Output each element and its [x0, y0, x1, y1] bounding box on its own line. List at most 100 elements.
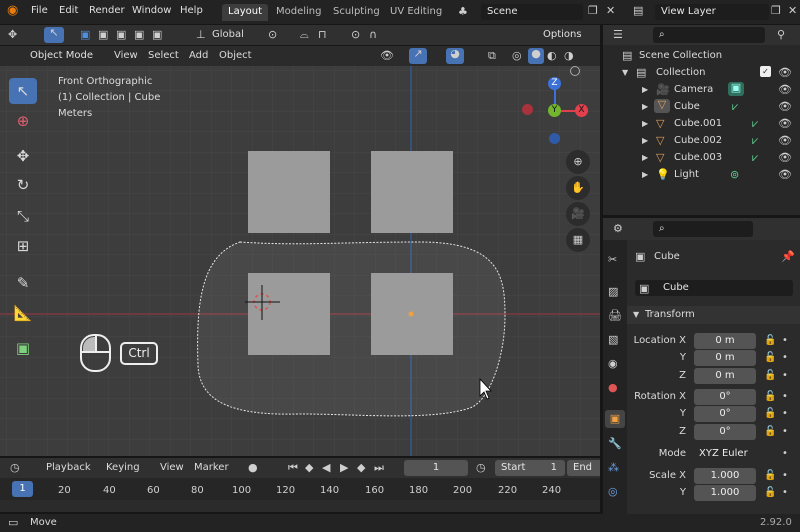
gizmo-neg-z[interactable] — [549, 133, 560, 144]
eye-icon[interactable]: 👁 — [778, 152, 792, 164]
move-tool-icon[interactable]: ✥ — [9, 143, 37, 169]
jump-end-icon[interactable]: ⏭ — [374, 462, 384, 474]
transform-pivot-icon[interactable]: ✥ — [8, 29, 17, 41]
add-cube-tool-icon[interactable]: ▣ — [9, 335, 37, 361]
camera-view-icon[interactable]: 🎥 — [566, 202, 590, 226]
prev-keyframe-icon[interactable]: ◆ — [305, 462, 313, 474]
gizmo-neg-y[interactable] — [570, 66, 580, 76]
tab-sculpting[interactable]: Sculpting — [327, 4, 386, 21]
menu-select[interactable]: Select — [148, 50, 179, 61]
eye-icon[interactable]: 👁 — [778, 67, 792, 79]
eye-icon[interactable]: 👁 — [778, 118, 792, 130]
expand-arrow-icon[interactable]: ▼ — [622, 67, 628, 79]
keyframe-dot-icon[interactable]: • — [782, 352, 788, 363]
jump-start-icon[interactable]: ⏮ — [288, 462, 298, 474]
select-mode-subtract-icon[interactable]: ▣ — [116, 29, 126, 41]
tab-uv-editing[interactable]: UV Editing — [384, 4, 448, 21]
lock-icon[interactable]: 🔓 — [764, 370, 776, 381]
editor-type-clock-icon[interactable]: ◷ — [10, 462, 20, 474]
expand-arrow-icon[interactable]: ▶ — [642, 84, 648, 96]
shading-material-icon[interactable]: ◐ — [547, 50, 557, 62]
measure-tool-icon[interactable]: 📐 — [9, 300, 37, 326]
overlay-toggle-icon[interactable]: ◕ — [446, 48, 464, 64]
filter-icon[interactable]: ⚲ — [777, 29, 785, 41]
next-keyframe-icon[interactable]: ◆ — [357, 462, 365, 474]
playback-menu[interactable]: Playback — [46, 462, 91, 473]
start-frame-field[interactable]: Start 1 — [495, 460, 565, 476]
transform-tool-icon[interactable]: ⊞ — [9, 233, 37, 259]
keyframe-dot-icon[interactable]: • — [782, 487, 788, 498]
scene-field[interactable]: Scene — [481, 4, 583, 20]
scale-tool-icon[interactable]: ⤡ — [9, 203, 37, 229]
view-layer-tab-icon[interactable]: ▧ — [608, 334, 618, 346]
blender-logo-icon[interactable]: ◉ — [7, 4, 18, 17]
mesh-data-icon[interactable]: ⩗ — [732, 101, 738, 113]
output-tab-icon[interactable]: 🖨 — [608, 310, 622, 322]
select-box-tool-icon[interactable]: ↖ — [9, 78, 37, 104]
close-view-layer-icon[interactable]: ✕ — [788, 5, 797, 17]
menu-render[interactable]: Render — [89, 5, 125, 16]
light-data-icon[interactable]: ⊚ — [730, 169, 739, 181]
outliner-item-cube-003[interactable]: ▶ ▽ Cube.003 ⩗ 👁 — [618, 150, 800, 167]
mesh-data-icon[interactable]: ⩗ — [752, 152, 758, 164]
eye-icon[interactable]: 👁 — [778, 169, 792, 181]
tab-modeling[interactable]: Modeling — [270, 4, 328, 21]
lock-icon[interactable]: 🔓 — [764, 426, 776, 437]
rotate-tool-icon[interactable]: ↻ — [9, 172, 37, 198]
options-dropdown[interactable]: Options — [538, 27, 587, 43]
view-layer-icon[interactable]: ▤ — [633, 5, 643, 17]
menu-file[interactable]: File — [31, 5, 48, 16]
record-icon[interactable]: ● — [248, 462, 258, 474]
scale-x-field[interactable]: 1.000 — [694, 468, 756, 484]
copy-scene-icon[interactable]: ❐ — [588, 5, 598, 17]
menu-edit[interactable]: Edit — [59, 5, 78, 16]
play-icon[interactable]: ▶ — [340, 462, 348, 474]
keyframe-dot-icon[interactable]: • — [782, 370, 788, 381]
gizmo-y[interactable]: Y — [548, 104, 561, 117]
timeline-view-menu[interactable]: View — [160, 462, 184, 473]
scene-icon[interactable]: ♣ — [458, 6, 468, 18]
cube-001[interactable] — [248, 151, 330, 233]
scene-tab-icon[interactable]: ◉ — [608, 358, 618, 370]
xray-icon[interactable]: ⧉ — [488, 50, 496, 62]
scale-y-field[interactable]: 1.000 — [694, 485, 756, 501]
keyframe-dot-icon[interactable]: • — [782, 408, 788, 419]
menu-window[interactable]: Window — [132, 5, 171, 16]
view-layer-field[interactable]: View Layer — [655, 4, 769, 20]
orientation-icon[interactable]: ⊥ — [196, 29, 206, 41]
playhead[interactable]: 1 — [12, 481, 33, 497]
gizmo-toggle-icon[interactable]: ↗ — [409, 48, 427, 64]
select-mode-extend-icon[interactable]: ▣ — [98, 29, 108, 41]
lock-icon[interactable]: 🔓 — [764, 487, 776, 498]
object-datablock-field[interactable]: Cube — [635, 280, 793, 296]
close-scene-icon[interactable]: ✕ — [606, 5, 615, 17]
location-y-field[interactable]: 0 m — [694, 350, 756, 366]
rotation-x-field[interactable]: 0° — [694, 389, 756, 405]
menu-help[interactable]: Help — [180, 5, 203, 16]
snap-target-icon[interactable]: ⊓ — [318, 29, 327, 41]
menu-view[interactable]: View — [114, 50, 138, 61]
shading-wireframe-icon[interactable]: ◎ — [512, 50, 522, 62]
tool-tab-icon[interactable]: ✂ — [608, 254, 617, 266]
keyframe-dot-icon[interactable]: • — [782, 391, 788, 402]
physics-tab-icon[interactable]: ◎ — [608, 486, 618, 498]
lock-icon[interactable]: 🔓 — [764, 335, 776, 346]
falloff-icon[interactable]: ∩ — [369, 29, 377, 41]
outliner-item-light[interactable]: ▶ 💡 Light ⊚ 👁 — [618, 167, 800, 184]
timeline-area[interactable] — [0, 500, 600, 512]
gizmo-neg-x[interactable] — [522, 104, 533, 115]
eye-icon[interactable]: 👁 — [778, 84, 792, 96]
keyframe-dot-icon[interactable]: • — [782, 448, 788, 459]
menu-object[interactable]: Object — [219, 50, 252, 61]
keyframe-dot-icon[interactable]: • — [782, 335, 788, 346]
cursor-tool-icon[interactable]: ⊕ — [9, 108, 37, 134]
lock-icon[interactable]: 🔓 — [764, 408, 776, 419]
rotation-y-field[interactable]: 0° — [694, 406, 756, 422]
select-mode-invert-icon[interactable]: ▣ — [134, 29, 144, 41]
location-z-field[interactable]: 0 m — [694, 368, 756, 384]
render-tab-icon[interactable]: ▨ — [608, 286, 618, 298]
eye-icon[interactable]: 👁 — [778, 135, 792, 147]
end-frame-field[interactable]: End — [567, 460, 600, 476]
cube-003[interactable] — [248, 273, 330, 355]
expand-arrow-icon[interactable]: ▶ — [642, 101, 648, 113]
